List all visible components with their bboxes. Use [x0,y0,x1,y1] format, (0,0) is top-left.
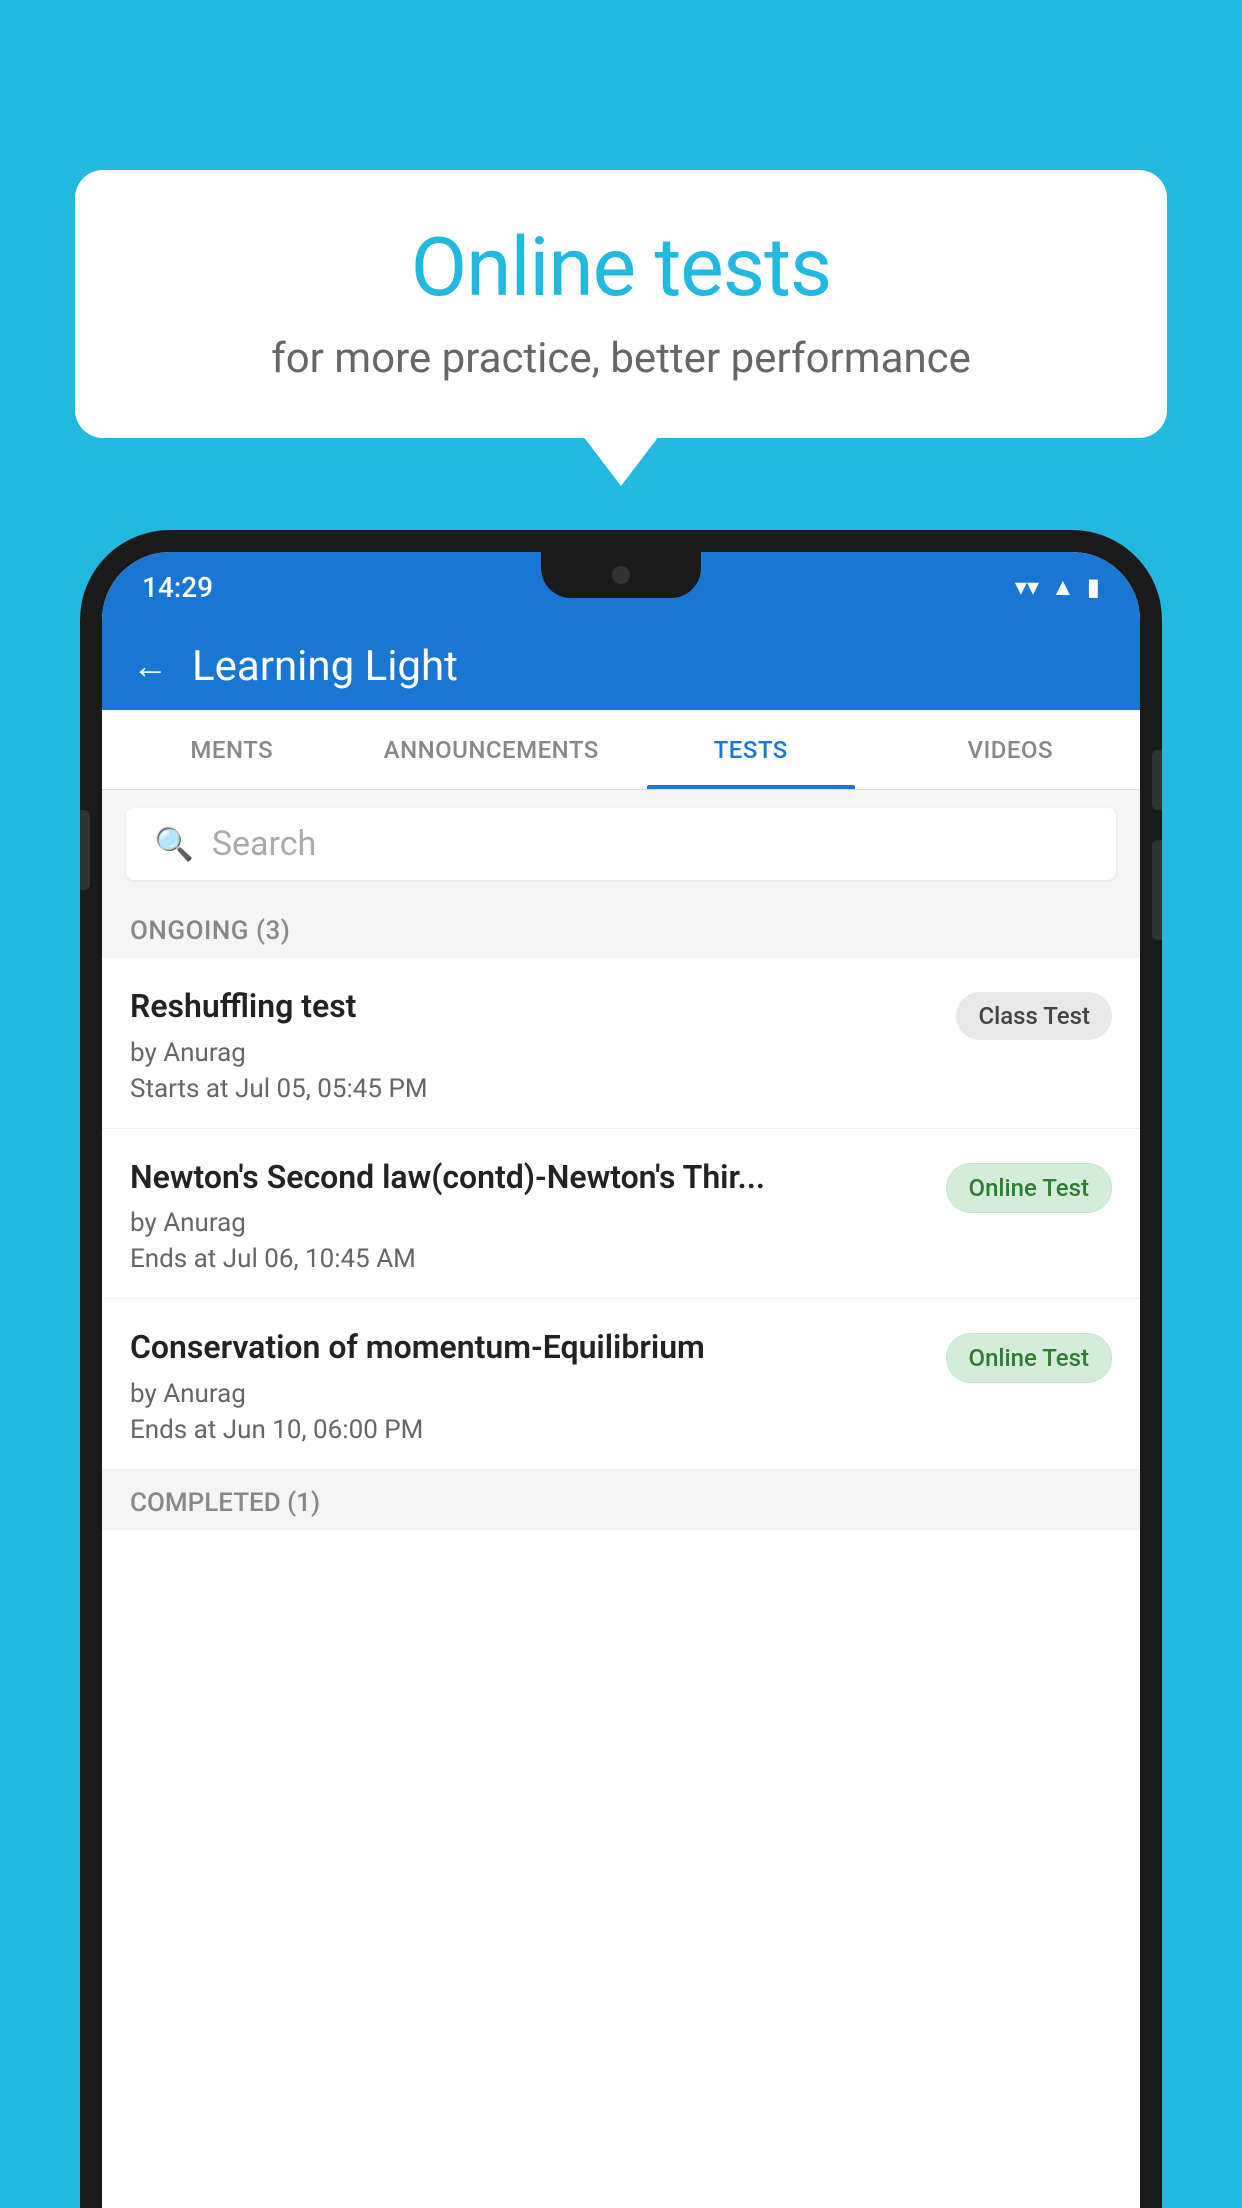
ongoing-label: ONGOING (3) [130,916,290,946]
bubble-subtitle: for more practice, better performance [135,334,1107,383]
section-ongoing-header: ONGOING (3) [102,898,1140,958]
search-box[interactable]: 🔍 Search [126,808,1116,880]
test-name-2: Newton's Second law(contd)-Newton's Thir… [130,1157,930,1199]
side-button-right-bottom [1152,840,1162,940]
test-item-3[interactable]: Conservation of momentum-Equilibrium by … [102,1299,1140,1470]
test-name-1: Reshuffling test [130,986,940,1028]
test-author-3: by Anurag [130,1379,930,1409]
status-time: 14:29 [142,571,213,604]
test-info-2: Newton's Second law(contd)-Newton's Thir… [130,1157,930,1275]
tab-tests[interactable]: TESTS [621,710,881,789]
signal-icon: ▲ [1051,573,1075,602]
test-info-1: Reshuffling test by Anurag Starts at Jul… [130,986,940,1104]
phone-screen: 14:29 ▾▾ ▲ ▮ ← Learning Light MENTS ANNO… [102,552,1140,2208]
test-time-2: Ends at Jul 06, 10:45 AM [130,1244,930,1274]
tab-videos[interactable]: VIDEOS [881,710,1141,789]
test-badge-3: Online Test [946,1333,1112,1383]
test-item-2[interactable]: Newton's Second law(contd)-Newton's Thir… [102,1129,1140,1300]
back-button[interactable]: ← [132,645,168,687]
completed-section: COMPLETED (1) [102,1470,1140,1530]
status-icons: ▾▾ ▲ ▮ [1015,573,1100,602]
test-time-1: Starts at Jul 05, 05:45 PM [130,1074,940,1104]
test-badge-2: Online Test [946,1163,1112,1213]
speech-bubble: Online tests for more practice, better p… [75,170,1167,438]
camera-dot [612,566,630,584]
content-area: Reshuffling test by Anurag Starts at Jul… [102,958,1140,2208]
test-time-3: Ends at Jun 10, 06:00 PM [130,1415,930,1445]
completed-label: COMPLETED (1) [130,1488,320,1518]
app-header: ← Learning Light [102,622,1140,710]
tab-announcements[interactable]: ANNOUNCEMENTS [362,710,622,789]
bubble-title: Online tests [135,220,1107,316]
tabs-bar: MENTS ANNOUNCEMENTS TESTS VIDEOS [102,710,1140,790]
search-input[interactable]: Search [212,824,316,864]
status-bar: 14:29 ▾▾ ▲ ▮ [102,552,1140,622]
search-container: 🔍 Search [102,790,1140,898]
side-button-right-top [1152,750,1162,810]
test-author-1: by Anurag [130,1038,940,1068]
battery-icon: ▮ [1087,573,1100,601]
app-title: Learning Light [192,642,458,691]
test-item-1[interactable]: Reshuffling test by Anurag Starts at Jul… [102,958,1140,1129]
test-badge-1: Class Test [956,992,1112,1040]
test-name-3: Conservation of momentum-Equilibrium [130,1327,930,1369]
wifi-icon: ▾▾ [1015,573,1039,601]
test-info-3: Conservation of momentum-Equilibrium by … [130,1327,930,1445]
tab-ments[interactable]: MENTS [102,710,362,789]
search-icon: 🔍 [154,825,194,863]
phone-frame: 14:29 ▾▾ ▲ ▮ ← Learning Light MENTS ANNO… [80,530,1162,2208]
test-author-2: by Anurag [130,1208,930,1238]
notch [541,552,701,598]
side-button-left [80,810,90,890]
